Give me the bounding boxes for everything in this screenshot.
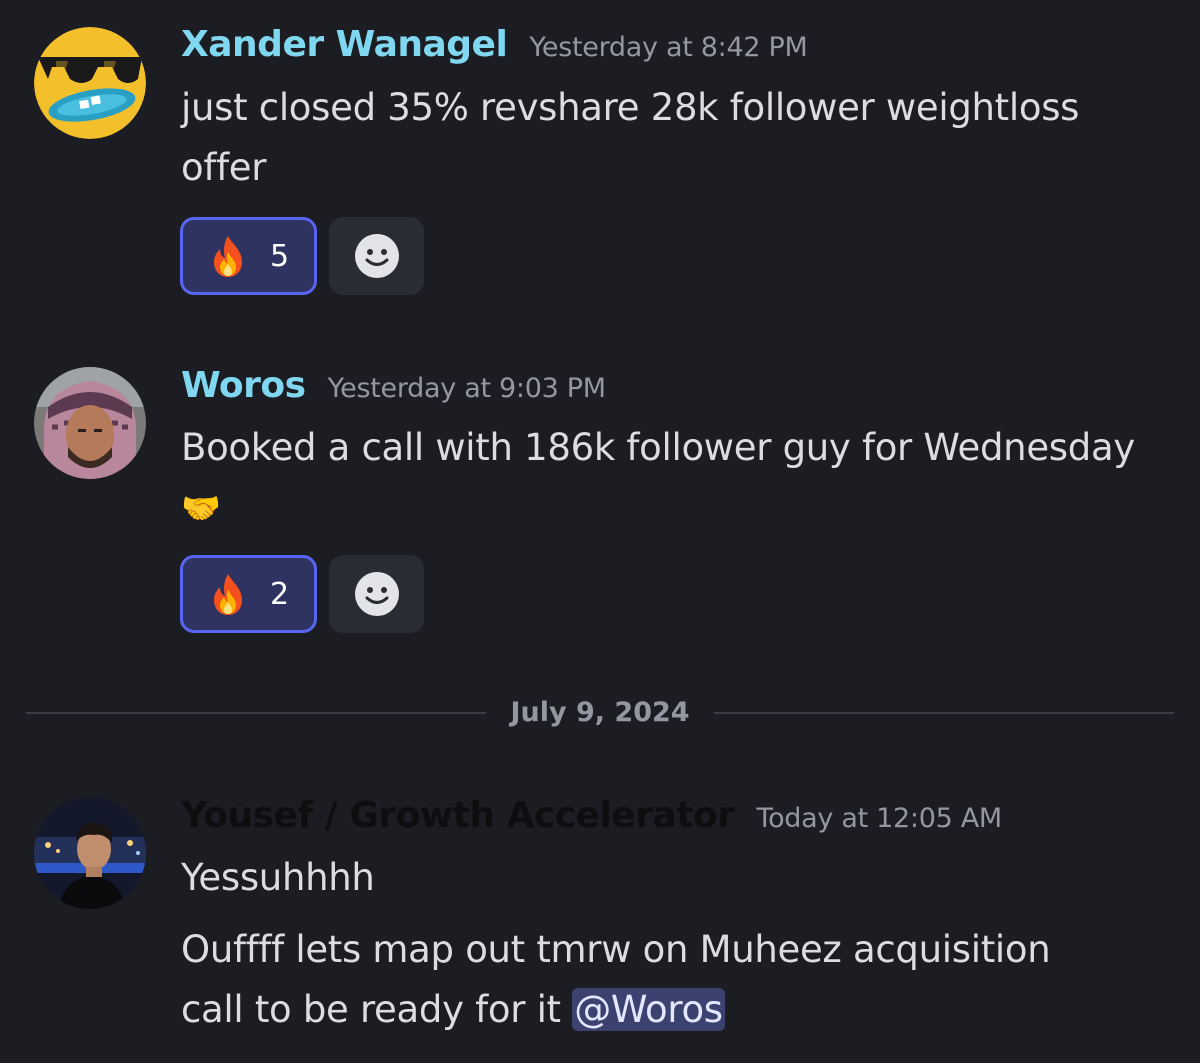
- message-content: just closed 35% revshare 28k follower we…: [181, 78, 1171, 198]
- message-content: Yessuhhhh Ouffff lets map out tmrw on Mu…: [181, 848, 1171, 1040]
- add-reaction-button[interactable]: [329, 555, 424, 633]
- message-header: Woros Yesterday at 9:03 PM: [181, 365, 606, 406]
- reactions-bar: 2: [180, 555, 424, 633]
- user-photo-avatar-icon: [34, 367, 146, 479]
- reactions-bar: 5: [180, 217, 424, 295]
- smile-icon: [354, 572, 399, 616]
- date-divider: July 9, 2024: [26, 693, 1174, 733]
- avatar-yousef[interactable]: [34, 797, 146, 909]
- chat-view: Xander Wanagel Yesterday at 8:42 PM just …: [0, 0, 1200, 1063]
- line-spacer: [181, 908, 1171, 920]
- avatar-woros[interactable]: [34, 367, 146, 479]
- message-line: offer: [181, 146, 267, 189]
- user-mention[interactable]: @Woros: [572, 988, 725, 1031]
- message-text: call to be ready for it: [181, 988, 573, 1031]
- message-line: Yessuhhhh: [181, 856, 375, 899]
- timestamp: Yesterday at 9:03 PM: [327, 373, 606, 404]
- fire-reaction-button[interactable]: 2: [180, 555, 317, 633]
- divider-date-label: July 9, 2024: [26, 693, 1174, 733]
- username[interactable]: Yousef / Growth Accelerator: [181, 795, 735, 836]
- add-reaction-button[interactable]: [329, 217, 424, 295]
- message-line-with-mention: call to be ready for it @Woros: [181, 980, 1171, 1040]
- fire-icon: [213, 574, 242, 615]
- message-line: Booked a call with 186k follower guy for…: [181, 426, 1135, 469]
- message-line: Ouffff lets map out tmrw on Muheez acqui…: [181, 928, 1051, 971]
- handshake-emoji: 🤝: [181, 489, 221, 527]
- fire-icon: [213, 236, 242, 277]
- fire-reaction-button[interactable]: 5: [180, 217, 317, 295]
- message-content: Booked a call with 186k follower guy for…: [181, 418, 1171, 538]
- timestamp: Today at 12:05 AM: [756, 803, 1002, 834]
- avatar-xander[interactable]: [34, 27, 146, 139]
- message-header: Yousef / Growth Accelerator Today at 12:0…: [181, 795, 1002, 836]
- timestamp: Yesterday at 8:42 PM: [529, 32, 808, 63]
- reaction-count: 2: [269, 576, 290, 612]
- smile-icon: [354, 234, 399, 278]
- message-header: Xander Wanagel Yesterday at 8:42 PM: [181, 24, 808, 65]
- sunglasses-emoji-avatar-icon: [34, 27, 146, 139]
- username[interactable]: Xander Wanagel: [181, 24, 508, 65]
- username[interactable]: Woros: [181, 365, 306, 406]
- reaction-count: 5: [269, 238, 290, 274]
- user-photo-avatar-icon: [34, 797, 146, 909]
- message-line: just closed 35% revshare 28k follower we…: [181, 86, 1080, 129]
